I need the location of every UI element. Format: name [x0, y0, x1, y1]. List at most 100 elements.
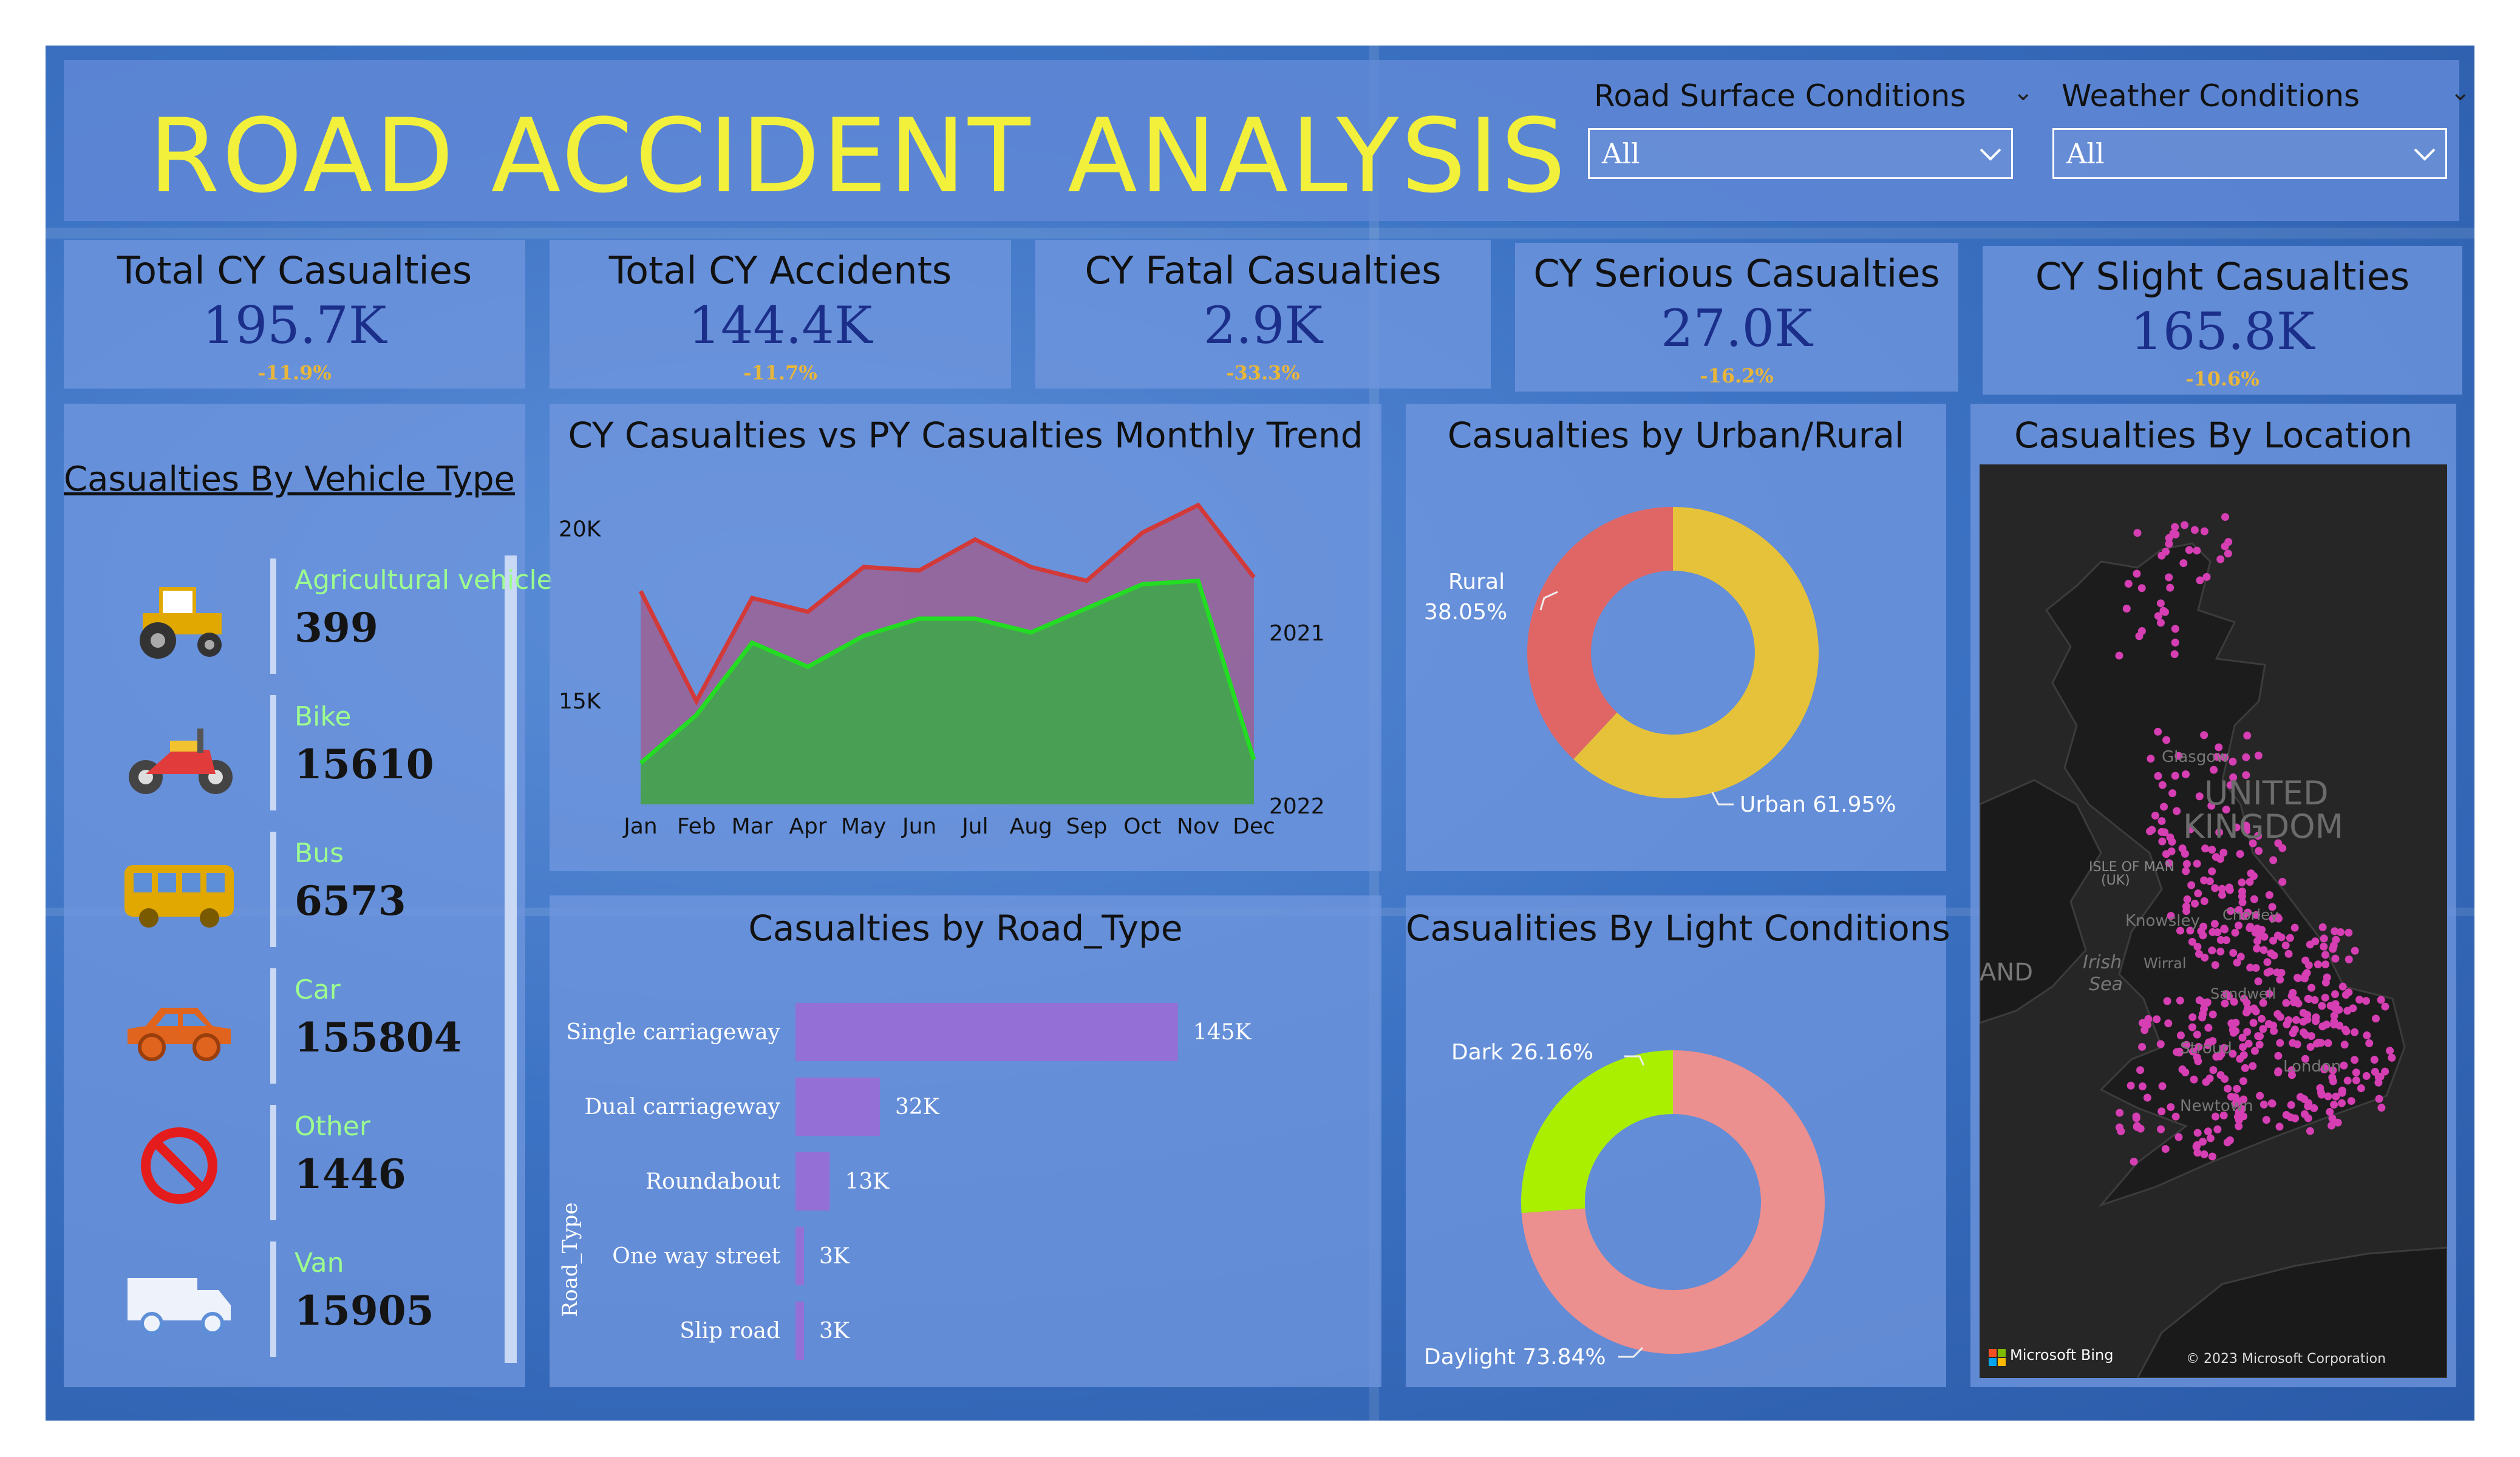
chevron-down-icon[interactable]: ⌄ — [2013, 78, 2034, 106]
vehicle-row-other: Other 1446 — [94, 1105, 568, 1226]
map-point — [2158, 1082, 2167, 1090]
map-point — [2204, 1024, 2213, 1032]
map-point — [2153, 1015, 2161, 1024]
chevron-down-icon — [2414, 148, 2436, 161]
map-point — [2329, 942, 2338, 950]
map-place-label: Glasgow — [2162, 748, 2229, 766]
map-point — [2191, 899, 2199, 908]
map-point — [2321, 960, 2330, 969]
map-point — [2224, 538, 2233, 546]
map-point — [2231, 928, 2239, 937]
map-point — [2328, 1114, 2337, 1122]
map-point — [2224, 549, 2232, 558]
map-point — [2210, 766, 2218, 774]
category-label: Dual carriageway — [585, 1095, 781, 1119]
map-point — [2209, 1066, 2218, 1075]
map-point — [2182, 860, 2191, 868]
map-point — [2352, 1068, 2360, 1077]
light-conditions-donut: Dark 26.16% Daylight 73.84% — [1424, 1040, 1825, 1370]
rural-label: Rural — [1448, 569, 1505, 594]
no-entry-icon — [141, 1127, 217, 1204]
map-point — [2321, 951, 2329, 959]
map-point — [2377, 996, 2385, 1004]
map-place-label: Newtown — [2180, 1097, 2253, 1115]
map-point — [2171, 625, 2179, 633]
map-point — [2335, 1005, 2343, 1014]
map-point — [2204, 1127, 2212, 1136]
chevron-down-icon[interactable]: ⌄ — [2450, 78, 2471, 106]
road-surface-filter-dropdown[interactable]: All — [1588, 128, 2013, 179]
map-point — [2178, 1065, 2187, 1074]
map-point — [2377, 1104, 2386, 1112]
map-point — [2256, 1092, 2264, 1100]
map-point — [2340, 1041, 2349, 1049]
map-point — [2292, 1016, 2300, 1024]
map-point — [2351, 946, 2359, 955]
vehicle-divider — [270, 832, 276, 947]
map-point — [2386, 1047, 2394, 1055]
map-point — [2219, 849, 2228, 857]
map-point — [2188, 1013, 2197, 1022]
map-point — [2281, 941, 2290, 949]
map-point — [2154, 727, 2162, 736]
map-point — [2213, 1125, 2222, 1133]
map-point — [2306, 1043, 2315, 1051]
road-type-bar — [795, 1302, 804, 1360]
map-point — [2381, 1002, 2389, 1011]
map-point — [2193, 860, 2201, 868]
map-place-label: Sea — [2089, 974, 2123, 995]
motorbike-icon — [129, 728, 233, 794]
kpi-title: Total CY Accidents — [608, 248, 952, 293]
map-point — [2258, 1014, 2266, 1023]
map-point — [2200, 897, 2208, 905]
light-conditions-panel: Casualities By Light Conditions Dark 26.… — [1406, 895, 1950, 1387]
vehicle-label: Van — [295, 1248, 344, 1279]
map-point — [2244, 1006, 2252, 1014]
map-point — [2162, 736, 2171, 744]
map-place-label: Stroud — [2180, 1039, 2232, 1058]
map-point — [2158, 781, 2167, 789]
map-point — [2151, 811, 2159, 820]
map-point — [2213, 928, 2222, 937]
category-label: Single carriageway — [566, 1020, 780, 1045]
map-point — [2208, 1152, 2216, 1161]
map-point — [2250, 1047, 2259, 1055]
map-point — [2208, 846, 2216, 854]
map-point — [2158, 837, 2167, 846]
map-point — [2133, 569, 2141, 578]
map-point — [2115, 1123, 2123, 1132]
weather-filter-dropdown[interactable]: All — [2052, 128, 2447, 179]
road-type-bar — [795, 1003, 1178, 1061]
category-label: One way street — [612, 1244, 780, 1269]
map-point — [2255, 847, 2263, 855]
map-point — [2157, 817, 2166, 825]
map-point — [2136, 1066, 2145, 1075]
map-point — [2174, 1133, 2183, 1141]
map-point — [2190, 526, 2199, 534]
map-point — [2133, 529, 2142, 537]
map-point — [2330, 1021, 2338, 1029]
map-point — [2274, 1067, 2283, 1076]
map-point — [2349, 1004, 2357, 1013]
location-map[interactable]: UNITED KINGDOM Glasgow ISLE OF MAN (UK) … — [1980, 464, 2447, 1378]
map-point — [2278, 878, 2287, 886]
map-point — [2171, 1112, 2180, 1121]
road-type-bar-chart: Road_Type Single carriageway 145K Dual carr… — [558, 1003, 1252, 1360]
road-surface-filter-value: All — [1602, 137, 1640, 170]
map-point — [2372, 1014, 2380, 1023]
y-tick-label: 15K — [559, 689, 602, 714]
x-tick-label: Mar — [732, 814, 773, 839]
kpi-value: 165.8K — [2130, 302, 2315, 361]
kpi-title: Total CY Casualties — [117, 248, 472, 293]
rural-slice — [1527, 507, 1673, 759]
map-point — [2269, 1021, 2278, 1030]
map-point — [2147, 755, 2155, 763]
map-country-label: UNITED — [2204, 774, 2329, 812]
map-point — [2200, 731, 2208, 739]
map-point — [2187, 881, 2196, 889]
map-place-label: London — [2283, 1058, 2341, 1076]
map-point — [2116, 1109, 2124, 1117]
map-point — [2200, 527, 2208, 535]
map-place-label: Irish — [2083, 952, 2122, 973]
vehicle-value: 1446 — [295, 1150, 406, 1198]
